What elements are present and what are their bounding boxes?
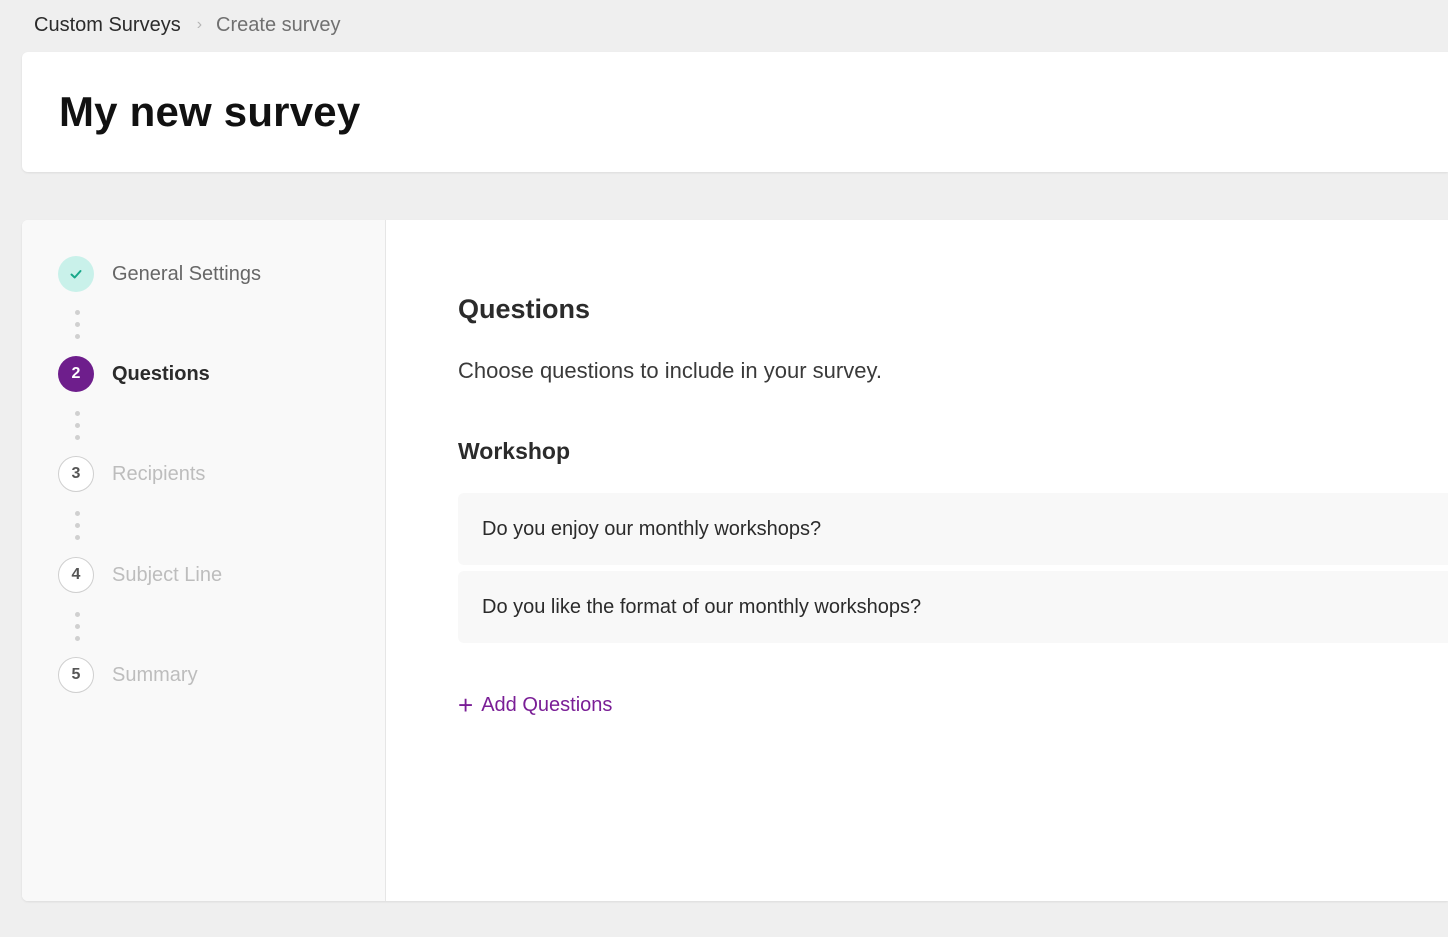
step-recipients[interactable]: 3 Recipients [58,456,205,492]
wizard-card: General Settings 2 Questions 3 Recipient… [22,220,1448,901]
section-title: Questions [458,294,591,324]
check-icon [58,256,94,292]
step-connector [75,411,80,441]
breadcrumb-current: Create survey [216,13,341,36]
step-subject-line[interactable]: 4 Subject Line [58,557,222,593]
step-label: General Settings [112,262,261,285]
question-item[interactable]: Do you enjoy our monthly workshops? [458,493,1448,565]
step-number: 4 [58,557,94,593]
step-questions[interactable]: 2 Questions [58,356,210,392]
plus-icon: + [458,690,474,720]
step-label: Summary [112,663,198,686]
stepper: General Settings 2 Questions 3 Recipient… [22,220,386,901]
section-description: Choose questions to include in your surv… [458,358,882,383]
step-label: Subject Line [112,563,223,586]
step-summary[interactable]: 5 Summary [58,657,198,693]
step-number: 2 [58,356,94,392]
question-group-title: Workshop [458,438,571,464]
step-connector [75,612,80,642]
add-questions-label: Add Questions [481,693,613,716]
step-label: Questions [112,362,210,385]
add-questions-button[interactable]: + Add Questions [458,692,612,718]
question-list: Do you enjoy our monthly workshops? Do y… [458,493,1448,649]
step-number: 5 [58,657,94,693]
step-label: Recipients [112,462,206,485]
step-number: 3 [58,456,94,492]
title-card: My new survey [22,52,1448,172]
breadcrumb-link-custom-surveys[interactable]: Custom Surveys [34,14,181,37]
step-connector [75,511,80,541]
step-connector [75,310,80,340]
question-item[interactable]: Do you like the format of our monthly wo… [458,571,1448,643]
page-title: My new survey [59,88,361,135]
breadcrumb: Custom Surveys › Create survey [34,12,341,38]
chevron-right-icon: › [196,16,203,33]
questions-panel: Questions Choose questions to include in… [458,220,1448,901]
step-general-settings[interactable]: General Settings [58,256,261,292]
